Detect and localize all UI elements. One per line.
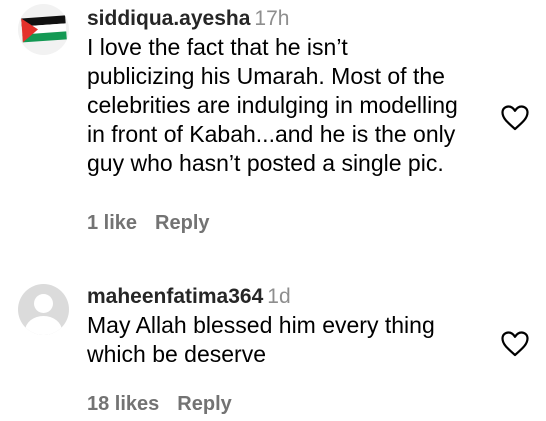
reply-button[interactable]: Reply — [155, 212, 209, 234]
palestine-flag-icon — [18, 4, 69, 55]
comment-actions: 18 likes Reply — [87, 393, 232, 416]
comment-text-line: which be deserve — [87, 341, 266, 367]
likes-count-button[interactable]: 1 like — [87, 212, 137, 234]
comment-text-line: I love the fact that he isn’t — [87, 34, 348, 60]
comment-text-line: May Allah blessed him every thing — [87, 312, 435, 338]
comment-text: May Allah blessed him every thing which … — [87, 311, 487, 369]
comment-header: maheenfatima364 1d — [87, 283, 487, 311]
comment-text: I love the fact that he isn’t publicizin… — [87, 33, 487, 178]
comment-body: siddiqua.ayesha 17h I love the fact that … — [87, 5, 487, 178]
default-user-avatar-icon — [18, 284, 69, 335]
comment-text-line: publicizing his Umarah. Most of the — [87, 63, 445, 89]
heart-outline-icon — [501, 331, 529, 357]
avatar[interactable] — [18, 4, 69, 55]
like-button[interactable] — [500, 104, 530, 132]
comment-item: siddiqua.ayesha 17h I love the fact that … — [0, 0, 546, 250]
username-link[interactable]: siddiqua.ayesha — [87, 7, 250, 30]
reply-button[interactable]: Reply — [177, 393, 231, 415]
comment-time[interactable]: 17h — [254, 7, 289, 30]
comment-text-line: in front of Kabah...and he is the only — [87, 121, 456, 147]
heart-outline-icon — [501, 105, 529, 131]
comment-time[interactable]: 1d — [267, 285, 290, 308]
comment-header: siddiqua.ayesha 17h — [87, 5, 487, 33]
comment-body: maheenfatima364 1d May Allah blessed him … — [87, 283, 487, 369]
comment-text-line: celebrities are indulging in modelling — [87, 92, 458, 118]
avatar[interactable] — [18, 284, 69, 335]
comment-item: maheenfatima364 1d May Allah blessed him … — [0, 278, 546, 421]
comment-actions: 1 like Reply — [87, 212, 210, 235]
likes-count-button[interactable]: 18 likes — [87, 393, 159, 415]
username-link[interactable]: maheenfatima364 — [87, 285, 263, 308]
comment-text-line: guy who hasn’t posted a single pic. — [87, 150, 444, 176]
like-button[interactable] — [500, 330, 530, 358]
